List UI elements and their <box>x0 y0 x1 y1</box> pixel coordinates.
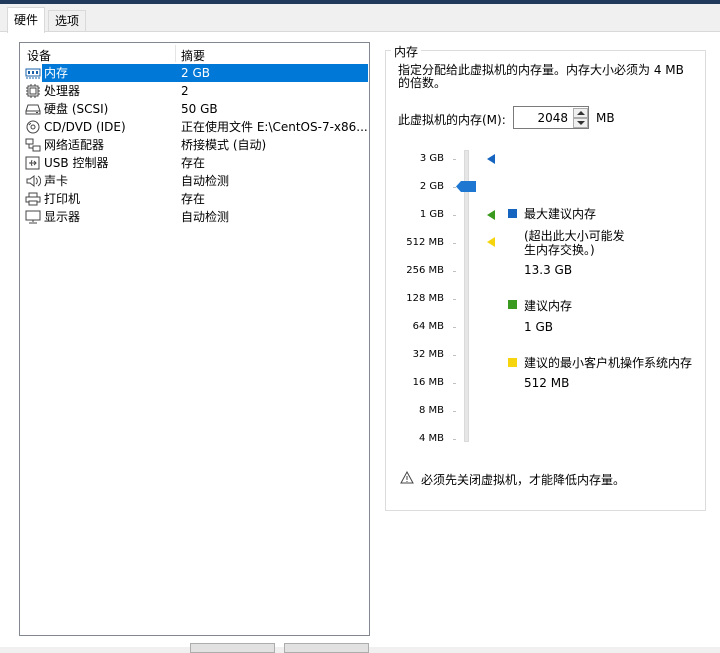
min-recommended-title: 建议的最小客户机操作系统内存 <box>524 356 693 370</box>
recommended-value: 1 GB <box>524 320 553 334</box>
device-name: 显示器 <box>44 210 81 224</box>
recommended-marker-icon <box>487 210 495 220</box>
scale-label: 3 GB <box>419 153 444 164</box>
device-summary: 2 <box>181 84 189 98</box>
max-recommended-marker-icon <box>487 154 495 164</box>
device-row-usb-controller[interactable]: USB 控制器 存在 <box>20 154 369 172</box>
scale-label: 512 MB <box>406 237 444 248</box>
tab-options[interactable]: 选项 <box>48 10 87 32</box>
slider-thumb-icon <box>456 181 476 192</box>
device-summary: 2 GB <box>181 66 210 80</box>
device-name: 打印机 <box>44 192 81 206</box>
memory-slider-track[interactable] <box>464 150 469 442</box>
device-row-cd-dvd[interactable]: CD/DVD (IDE) 正在使用文件 E:\CentOS-7-x86... <box>20 118 369 136</box>
device-summary: 正在使用文件 E:\CentOS-7-x86... <box>181 120 368 134</box>
scale-tick <box>453 243 456 244</box>
device-name: CD/DVD (IDE) <box>44 120 126 134</box>
scale-label: 256 MB <box>406 265 444 276</box>
device-row-printer[interactable]: 打印机 存在 <box>20 190 369 208</box>
settings-tabs: 硬件 选项 <box>0 6 720 33</box>
memory-group-title: 内存 <box>391 43 422 60</box>
scale-tick <box>453 355 456 356</box>
memory-unit: MB <box>596 111 615 125</box>
max-recommended-swatch <box>508 209 517 218</box>
scale-label: 1 GB <box>419 209 444 220</box>
scale-tick <box>453 327 456 328</box>
device-name: 硬盘 (SCSI) <box>44 102 109 116</box>
memory-description: 指定分配给此虚拟机的内存量。内存大小必须为 4 MB 的倍数。 <box>398 63 684 90</box>
window-top-border <box>0 0 720 4</box>
device-row-processor[interactable]: 处理器 2 <box>20 82 369 100</box>
min-recommended-marker-icon <box>487 237 495 247</box>
device-name: 内存 <box>44 66 69 80</box>
spin-down-button[interactable] <box>573 118 588 128</box>
processor-icon <box>25 84 41 98</box>
hard-disk-icon <box>25 102 41 116</box>
device-name: 处理器 <box>44 84 81 98</box>
min-recommended-value: 512 MB <box>524 376 570 390</box>
memory-field-label: 此虚拟机的内存(M): <box>398 113 506 127</box>
max-recommended-note: (超出此大小可能发生内存交换。) <box>524 229 625 257</box>
scale-tick <box>453 439 456 440</box>
scale-tick <box>453 159 456 160</box>
device-row-sound-card[interactable]: 声卡 自动检测 <box>20 172 369 190</box>
scale-label: 32 MB <box>412 349 444 360</box>
memory-icon <box>25 66 41 80</box>
scale-label: 128 MB <box>406 293 444 304</box>
memory-spinbox[interactable] <box>513 106 589 129</box>
arrow-down-icon <box>577 121 585 125</box>
cd-dvd-icon <box>25 120 41 134</box>
recommended-swatch <box>508 300 517 309</box>
device-name: 声卡 <box>44 174 69 188</box>
warning-icon <box>400 470 414 484</box>
column-header-summary[interactable]: 摘要 <box>181 47 205 64</box>
warning-text: 必须先关闭虚拟机，才能降低内存量。 <box>421 473 626 487</box>
device-row-hard-disk[interactable]: 硬盘 (SCSI) 50 GB <box>20 100 369 118</box>
device-summary: 存在 <box>181 156 206 170</box>
device-row-display[interactable]: 显示器 自动检测 <box>20 208 369 226</box>
display-icon <box>25 210 41 224</box>
device-summary: 自动检测 <box>181 210 230 224</box>
scale-tick <box>453 411 456 412</box>
scale-tick <box>453 299 456 300</box>
scale-label: 4 MB <box>418 433 444 444</box>
spin-up-button[interactable] <box>573 108 588 118</box>
max-recommended-title: 最大建议内存 <box>524 207 597 221</box>
scale-label: 64 MB <box>412 321 444 332</box>
network-adapter-icon <box>25 138 41 152</box>
scale-tick <box>453 271 456 272</box>
memory-input[interactable] <box>516 109 570 126</box>
scale-tick <box>453 215 456 216</box>
scale-label: 8 MB <box>418 405 444 416</box>
device-name: USB 控制器 <box>44 156 109 170</box>
min-recommended-swatch <box>508 358 517 367</box>
column-header-device[interactable]: 设备 <box>27 47 51 64</box>
max-recommended-value: 13.3 GB <box>524 263 573 277</box>
device-summary: 50 GB <box>181 102 218 116</box>
device-summary: 自动检测 <box>181 174 230 188</box>
device-summary: 桥接模式 (自动) <box>181 138 267 152</box>
device-row-network-adapter[interactable]: 网络适配器 桥接模式 (自动) <box>20 136 369 154</box>
device-list-header: 设备 摘要 <box>20 43 369 64</box>
arrow-up-icon <box>577 111 585 115</box>
printer-icon <box>25 192 41 206</box>
remove-button[interactable] <box>284 643 369 653</box>
device-list[interactable]: 设备 摘要 内存 2 GB 处理器 2 硬盘 (SCSI) 50 GB CD/D… <box>19 42 370 636</box>
scale-tick <box>453 383 456 384</box>
usb-controller-icon <box>25 156 41 170</box>
recommended-title: 建议内存 <box>524 299 573 313</box>
tab-hardware[interactable]: 硬件 <box>7 7 46 33</box>
device-name: 网络适配器 <box>44 138 105 152</box>
device-row-memory[interactable]: 内存 2 GB <box>20 64 369 82</box>
memory-slider-thumb[interactable] <box>456 181 476 192</box>
device-summary: 存在 <box>181 192 206 206</box>
sound-card-icon <box>25 174 41 188</box>
add-button[interactable] <box>190 643 275 653</box>
column-separator[interactable] <box>175 45 176 62</box>
scale-label: 2 GB <box>419 181 444 192</box>
scale-label: 16 MB <box>412 377 444 388</box>
